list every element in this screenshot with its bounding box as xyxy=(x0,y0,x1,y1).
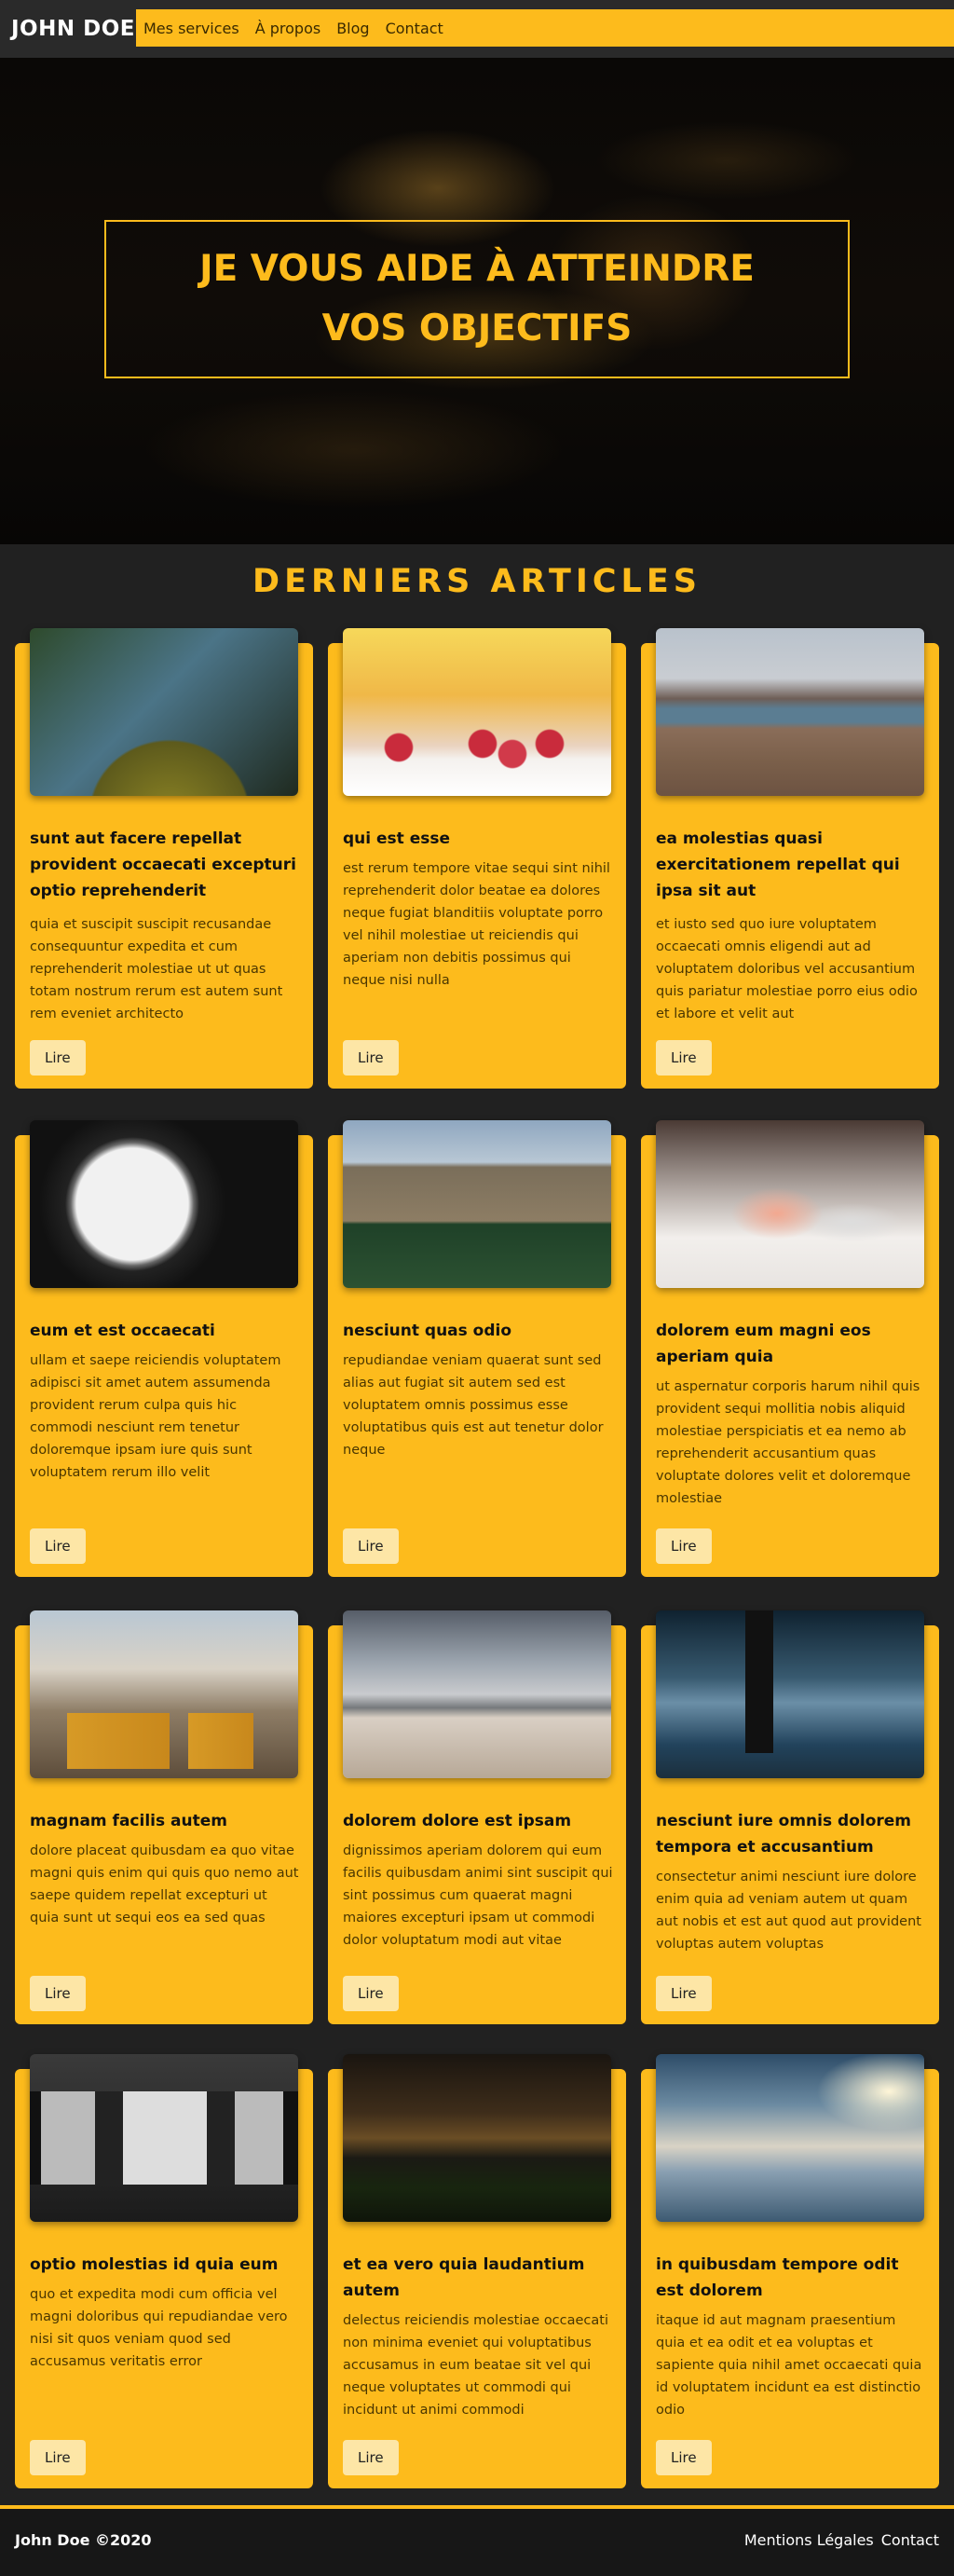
article-image xyxy=(656,1120,924,1288)
read-button[interactable]: Lire xyxy=(343,1528,399,1564)
read-button[interactable]: Lire xyxy=(656,1976,712,2011)
article-title: nesciunt quas odio xyxy=(343,1322,512,1340)
article-title: eum et est occaecati xyxy=(30,1322,215,1340)
article-title: magnam facilis autem xyxy=(30,1812,227,1830)
article-excerpt: et iusto sed quo iure voluptatem occaeca… xyxy=(656,917,918,1021)
read-button[interactable]: Lire xyxy=(30,1976,86,2011)
section-title: DERNIERS ARTICLES xyxy=(252,563,702,600)
read-button[interactable]: Lire xyxy=(656,2440,712,2475)
article-card: nesciunt iure omnis dolorem tempora et a… xyxy=(641,1610,939,2024)
site-footer: John Doe ©2020 Mentions Légales Contact xyxy=(0,2509,954,2576)
read-button[interactable]: Lire xyxy=(343,2440,399,2475)
article-card: qui est esse est rerum tempore vitae seq… xyxy=(328,628,626,1089)
footer-link-legal[interactable]: Mentions Légales xyxy=(744,2531,874,2549)
article-excerpt: delectus reiciendis molestiae occaecati … xyxy=(343,2313,609,2418)
nav-link-services[interactable]: Mes services xyxy=(143,20,239,37)
read-button[interactable]: Lire xyxy=(656,1528,712,1564)
read-button[interactable]: Lire xyxy=(30,1528,86,1564)
article-image xyxy=(656,628,924,796)
footer-link-contact[interactable]: Contact xyxy=(881,2531,939,2549)
article-title: qui est esse xyxy=(343,829,451,848)
article-title: dolorem eum magni eos aperiam quia xyxy=(656,1322,871,1366)
article-excerpt: quia et suscipit suscipit recusandae con… xyxy=(30,917,283,1021)
article-title: nesciunt iure omnis dolorem tempora et a… xyxy=(656,1812,912,1857)
article-card: nesciunt quas odio repudiandae veniam qu… xyxy=(328,1120,626,1577)
article-card: ea molestias quasi exercitationem repell… xyxy=(641,628,939,1089)
article-title: dolorem dolore est ipsam xyxy=(343,1812,572,1830)
article-card: sunt aut facere repellat provident occae… xyxy=(15,628,313,1089)
article-excerpt: repudiandae veniam quaerat sunt sed alia… xyxy=(343,1353,604,1458)
article-title: in quibusdam tempore odit est dolorem xyxy=(656,2255,899,2300)
article-card: eum et est occaecati ullam et saepe reic… xyxy=(15,1120,313,1577)
article-card: dolorem dolore est ipsam dignissimos ape… xyxy=(328,1610,626,2024)
hero-banner: JE VOUS AIDE À ATTEINDRE VOS OBJECTIFS xyxy=(0,58,954,544)
article-card: magnam facilis autem dolore placeat quib… xyxy=(15,1610,313,2024)
article-card: dolorem eum magni eos aperiam quia ut as… xyxy=(641,1120,939,1577)
read-button[interactable]: Lire xyxy=(30,1040,86,1076)
article-image xyxy=(343,2054,611,2222)
nav-link-about[interactable]: À propos xyxy=(255,20,320,37)
article-title: optio molestias id quia eum xyxy=(30,2255,279,2274)
article-card: in quibusdam tempore odit est dolorem it… xyxy=(641,2054,939,2488)
read-button[interactable]: Lire xyxy=(343,1976,399,2011)
site-header: JOHN DOE Mes services À propos Blog Cont… xyxy=(0,0,954,58)
article-excerpt: dignissimos aperiam dolorem qui eum faci… xyxy=(343,1843,613,1948)
article-image xyxy=(30,1610,298,1778)
article-title: et ea vero quia laudantium autem xyxy=(343,2255,585,2300)
article-title: ea molestias quasi exercitationem repell… xyxy=(656,829,900,900)
read-button[interactable]: Lire xyxy=(343,1040,399,1076)
article-excerpt: dolore placeat quibusdam ea quo vitae ma… xyxy=(30,1843,299,1925)
article-image xyxy=(30,628,298,796)
article-excerpt: est rerum tempore vitae sequi sint nihil… xyxy=(343,861,610,988)
article-image xyxy=(656,2054,924,2222)
hero-frame: JE VOUS AIDE À ATTEINDRE VOS OBJECTIFS xyxy=(104,220,850,378)
article-card: et ea vero quia laudantium autem delectu… xyxy=(328,2054,626,2488)
brand-logo[interactable]: JOHN DOE xyxy=(11,17,135,41)
read-button[interactable]: Lire xyxy=(30,2440,86,2475)
nav-link-contact[interactable]: Contact xyxy=(386,20,443,37)
article-excerpt: consectetur animi nesciunt iure dolore e… xyxy=(656,1870,921,1952)
hero-title: JE VOUS AIDE À ATTEINDRE VOS OBJECTIFS xyxy=(199,248,755,349)
article-image xyxy=(30,2054,298,2222)
nav-link-blog[interactable]: Blog xyxy=(336,20,369,37)
article-excerpt: ut aspernatur corporis harum nihil quis … xyxy=(656,1379,920,1506)
article-image xyxy=(343,1610,611,1778)
article-excerpt: quo et expedita modi cum officia vel mag… xyxy=(30,2287,288,2369)
article-image xyxy=(656,1610,924,1778)
article-excerpt: ullam et saepe reiciendis voluptatem adi… xyxy=(30,1353,281,1480)
article-image xyxy=(30,1120,298,1288)
article-image xyxy=(343,1120,611,1288)
article-title: sunt aut facere repellat provident occae… xyxy=(30,829,296,900)
article-card: optio molestias id quia eum quo et exped… xyxy=(15,2054,313,2488)
article-image xyxy=(343,628,611,796)
article-excerpt: itaque id aut magnam praesentium quia et… xyxy=(656,2313,922,2418)
footer-links: Mentions Légales Contact xyxy=(744,2531,939,2549)
read-button[interactable]: Lire xyxy=(656,1040,712,1076)
copyright-text: John Doe ©2020 xyxy=(15,2531,152,2549)
main-nav: Mes services À propos Blog Contact xyxy=(136,9,954,47)
